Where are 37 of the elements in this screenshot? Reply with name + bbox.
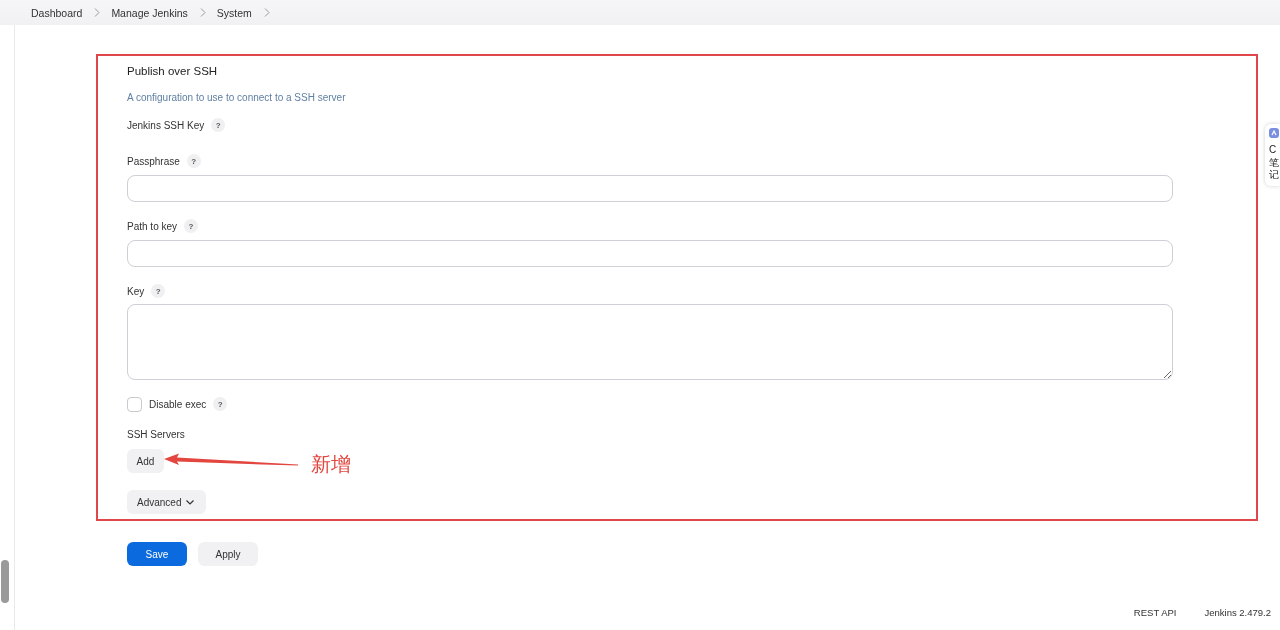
chevron-right-icon — [94, 8, 101, 17]
ssh-servers-label: SSH Servers — [127, 428, 185, 442]
text-field[interactable] — [127, 240, 1173, 267]
help-button[interactable]: ? — [184, 219, 199, 233]
checkbox[interactable] — [127, 396, 142, 412]
field-label: Path to key — [127, 220, 178, 232]
field-label: Disable exec — [149, 398, 207, 410]
field-label: Jenkins SSH Key — [127, 119, 205, 131]
help-button[interactable]: ? — [151, 284, 166, 298]
help-button[interactable]: ? — [186, 154, 201, 168]
footer-link[interactable]: REST API — [1133, 607, 1177, 618]
widget-text: 记 — [1269, 169, 1279, 182]
apply-button[interactable]: Apply — [198, 542, 258, 566]
advanced-button[interactable]: Advanced — [127, 490, 206, 514]
field-label: Key — [127, 285, 145, 297]
annotation-text: 新增 — [311, 452, 351, 476]
field-label: Passphrase — [127, 155, 180, 167]
section-title: Publish over SSH — [127, 64, 218, 79]
breadcrumb-link[interactable]: System — [216, 6, 252, 19]
footer-link[interactable]: Jenkins 2.479.2 — [1204, 607, 1271, 618]
chevron-down-icon — [186, 499, 195, 505]
text-area[interactable] — [127, 304, 1173, 380]
side-widget[interactable]: C 笔 记 — [1265, 124, 1280, 186]
chevron-right-icon — [263, 8, 270, 17]
breadcrumb-link[interactable]: Manage Jenkins — [111, 6, 188, 19]
help-button[interactable]: ? — [211, 118, 226, 132]
breadcrumb-link[interactable]: Dashboard — [31, 6, 83, 19]
add-button[interactable]: Add — [127, 449, 164, 473]
save-button[interactable]: Save — [127, 542, 187, 566]
section-description: A configuration to use to connect to a SSH server — [127, 91, 346, 105]
logo-icon — [1269, 128, 1279, 138]
scrollbar-thumb[interactable] — [1, 560, 9, 603]
text-field[interactable] — [127, 175, 1173, 202]
widget-text: 笔 — [1269, 156, 1279, 169]
help-button[interactable]: ? — [213, 397, 228, 411]
widget-text: C — [1269, 144, 1278, 157]
chevron-right-icon — [199, 8, 206, 17]
